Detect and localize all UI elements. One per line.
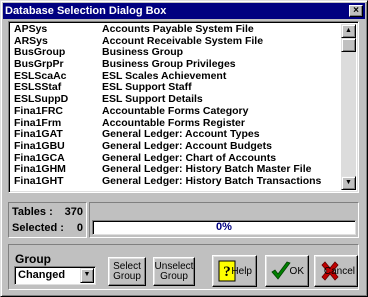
scroll-up-button[interactable]: ▲ (341, 24, 356, 38)
help-label: Help (231, 266, 252, 277)
cancel-button[interactable]: Cancel (314, 255, 358, 287)
tables-count: Tables : 370 (9, 205, 84, 220)
cancel-label: Cancel (323, 266, 355, 277)
select-group-button[interactable]: Select Group (108, 257, 146, 286)
list-item-code: APSys (14, 23, 48, 35)
vertical-scrollbar[interactable]: ▲ ▼ (341, 24, 356, 190)
title-bar: Database Selection Dialog Box × (3, 3, 365, 19)
arrow-down-icon: ▼ (345, 179, 352, 186)
list-item-description: General Ledger: History Batch Transactio… (102, 174, 322, 187)
database-rows: APSys Accounts Payable System File ARSys Ac… (11, 23, 342, 188)
close-button[interactable]: × (349, 5, 363, 17)
group-select-value: Changed (18, 269, 66, 281)
list-item-code: BusGrpPr (14, 58, 64, 71)
group-select[interactable]: Changed ▼ (14, 266, 96, 285)
list-item-description: General Ledger: Account Budgets (102, 139, 272, 152)
list-item[interactable]: BusGrpPr Business Group Privileges (11, 58, 342, 71)
list-item-description: Accountable Forms Category (102, 104, 249, 117)
unselect-group-button[interactable]: Unselect Group (153, 257, 195, 286)
list-item[interactable]: APSys Accounts Payable System File (11, 23, 342, 36)
arrow-up-icon: ▲ (345, 27, 352, 34)
list-item-code: Fina1GBU (14, 139, 65, 152)
scroll-thumb[interactable] (341, 38, 356, 52)
progress-text: 0% (216, 221, 232, 233)
close-icon: × (353, 5, 359, 16)
selected-count: Selected : 0 (9, 221, 84, 236)
help-button[interactable]: ? Help (212, 255, 257, 287)
scroll-down-button[interactable]: ▼ (341, 176, 356, 190)
database-list[interactable]: APSys Accounts Payable System File ARSys Ac… (8, 21, 359, 193)
ok-label: OK (289, 266, 304, 277)
list-item-description: Business Group Privileges (102, 58, 236, 71)
progress-bar: 0% (92, 220, 356, 235)
group-label: Group (15, 252, 51, 266)
select-group-line2: Group (113, 271, 141, 282)
unselect-group-line2: Group (160, 271, 188, 282)
list-item[interactable]: Fina1GHT General Ledger: History Batch Tr… (11, 174, 342, 188)
selected-value: 0 (76, 222, 83, 234)
selected-label: Selected : (12, 222, 64, 234)
counts-panel: Tables : 370 Selected : 0 (8, 202, 87, 238)
bottom-panel: Group Changed ▼ Select Group Unselect Gr… (8, 244, 359, 290)
tables-value: 370 (64, 206, 83, 218)
progress-panel: 0% (89, 202, 359, 238)
list-item[interactable]: Fina1GBU General Ledger: Account Budgets (11, 139, 342, 153)
chevron-down-icon: ▼ (83, 271, 91, 278)
list-item-code: Fina1GHT (14, 174, 64, 187)
ok-button[interactable]: OK (265, 255, 309, 287)
group-dropdown-button[interactable]: ▼ (80, 268, 94, 283)
dialog-window: Database Selection Dialog Box × APSys Acc… (0, 0, 368, 297)
tables-label: Tables : (12, 206, 53, 218)
window-title: Database Selection Dialog Box (5, 5, 167, 17)
list-item[interactable]: Fina1FRC Accountable Forms Category (11, 104, 342, 118)
list-item-description: Accounts Payable System File (102, 23, 254, 35)
svg-text:?: ? (223, 264, 231, 280)
list-item-code: Fina1FRC (14, 104, 64, 117)
